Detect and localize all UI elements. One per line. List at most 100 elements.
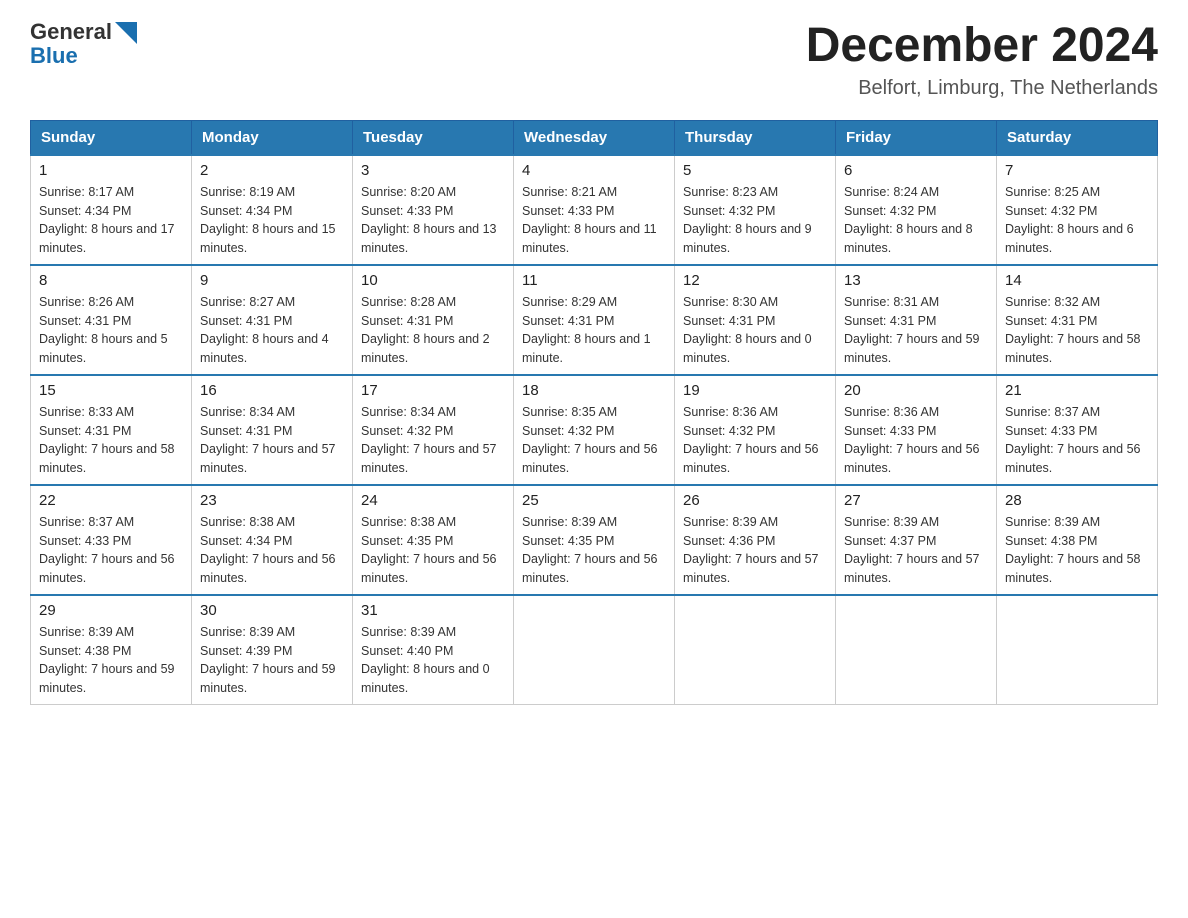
calendar-cell: 29Sunrise: 8:39 AMSunset: 4:38 PMDayligh… [31, 595, 192, 705]
day-info: Sunrise: 8:36 AMSunset: 4:32 PMDaylight:… [683, 403, 827, 478]
day-info: Sunrise: 8:36 AMSunset: 4:33 PMDaylight:… [844, 403, 988, 478]
day-number: 17 [361, 382, 505, 399]
day-number: 11 [522, 272, 666, 289]
calendar-cell: 6 Sunrise: 8:24 AMSunset: 4:32 PMDaylight… [836, 155, 997, 265]
day-number: 3 [361, 162, 505, 179]
calendar-cell: 9 Sunrise: 8:27 AMSunset: 4:31 PMDaylight… [192, 265, 353, 375]
day-info: Sunrise: 8:35 AMSunset: 4:32 PMDaylight:… [522, 403, 666, 478]
day-number: 8 [39, 272, 183, 289]
calendar-cell: 25 Sunrise: 8:39 AMSunset: 4:35 PMDayligh… [514, 485, 675, 595]
calendar-cell: 14 Sunrise: 8:32 AMSunset: 4:31 PMDayligh… [997, 265, 1158, 375]
page-header: General Blue December 2024 Belfort, Limb… [30, 20, 1158, 100]
calendar-cell: 2 Sunrise: 8:19 AMSunset: 4:34 PMDaylight… [192, 155, 353, 265]
day-info: Sunrise: 8:32 AMSunset: 4:31 PMDaylight:… [1005, 293, 1149, 368]
day-info: Sunrise: 8:39 AMSunset: 4:39 PMDaylight:… [200, 623, 344, 698]
header-thursday: Thursday [675, 120, 836, 155]
calendar-cell: 11 Sunrise: 8:29 AMSunset: 4:31 PMDayligh… [514, 265, 675, 375]
calendar-cell: 22Sunrise: 8:37 AMSunset: 4:33 PMDayligh… [31, 485, 192, 595]
day-info: Sunrise: 8:23 AMSunset: 4:32 PMDaylight:… [683, 183, 827, 258]
day-number: 26 [683, 492, 827, 509]
calendar-location: Belfort, Limburg, The Netherlands [806, 77, 1158, 100]
calendar-cell: 5 Sunrise: 8:23 AMSunset: 4:32 PMDaylight… [675, 155, 836, 265]
calendar-cell: 31Sunrise: 8:39 AMSunset: 4:40 PMDayligh… [353, 595, 514, 705]
calendar-cell: 30Sunrise: 8:39 AMSunset: 4:39 PMDayligh… [192, 595, 353, 705]
calendar-cell [514, 595, 675, 705]
day-number: 5 [683, 162, 827, 179]
calendar-title-area: December 2024 Belfort, Limburg, The Neth… [806, 20, 1158, 100]
calendar-header-row: SundayMondayTuesdayWednesdayThursdayFrid… [31, 120, 1158, 155]
day-info: Sunrise: 8:30 AMSunset: 4:31 PMDaylight:… [683, 293, 827, 368]
day-number: 15 [39, 382, 183, 399]
day-number: 29 [39, 602, 183, 619]
header-tuesday: Tuesday [353, 120, 514, 155]
header-monday: Monday [192, 120, 353, 155]
calendar-cell: 7Sunrise: 8:25 AMSunset: 4:32 PMDaylight… [997, 155, 1158, 265]
calendar-cell: 20 Sunrise: 8:36 AMSunset: 4:33 PMDayligh… [836, 375, 997, 485]
calendar-cell: 16Sunrise: 8:34 AMSunset: 4:31 PMDayligh… [192, 375, 353, 485]
calendar-cell: 27Sunrise: 8:39 AMSunset: 4:37 PMDayligh… [836, 485, 997, 595]
calendar-cell [836, 595, 997, 705]
day-number: 20 [844, 382, 988, 399]
logo-text-general: General [30, 20, 137, 44]
day-info: Sunrise: 8:38 AMSunset: 4:34 PMDaylight:… [200, 513, 344, 588]
calendar-cell: 10 Sunrise: 8:28 AMSunset: 4:31 PMDayligh… [353, 265, 514, 375]
calendar-cell: 23 Sunrise: 8:38 AMSunset: 4:34 PMDayligh… [192, 485, 353, 595]
day-number: 2 [200, 162, 344, 179]
day-info: Sunrise: 8:34 AMSunset: 4:32 PMDaylight:… [361, 403, 505, 478]
day-number: 4 [522, 162, 666, 179]
day-info: Sunrise: 8:29 AMSunset: 4:31 PMDaylight:… [522, 293, 666, 368]
header-wednesday: Wednesday [514, 120, 675, 155]
day-number: 24 [361, 492, 505, 509]
calendar-week-row: 8Sunrise: 8:26 AMSunset: 4:31 PMDaylight… [31, 265, 1158, 375]
day-number: 25 [522, 492, 666, 509]
day-info: Sunrise: 8:21 AMSunset: 4:33 PMDaylight:… [522, 183, 666, 258]
day-info: Sunrise: 8:31 AMSunset: 4:31 PMDaylight:… [844, 293, 988, 368]
calendar-cell: 28 Sunrise: 8:39 AMSunset: 4:38 PMDayligh… [997, 485, 1158, 595]
calendar-cell: 17 Sunrise: 8:34 AMSunset: 4:32 PMDayligh… [353, 375, 514, 485]
day-number: 1 [39, 162, 183, 179]
calendar-cell: 12Sunrise: 8:30 AMSunset: 4:31 PMDayligh… [675, 265, 836, 375]
day-number: 6 [844, 162, 988, 179]
calendar-cell: 19 Sunrise: 8:36 AMSunset: 4:32 PMDayligh… [675, 375, 836, 485]
calendar-month-year: December 2024 [806, 20, 1158, 73]
day-number: 16 [200, 382, 344, 399]
day-info: Sunrise: 8:17 AMSunset: 4:34 PMDaylight:… [39, 183, 183, 258]
day-info: Sunrise: 8:33 AMSunset: 4:31 PMDaylight:… [39, 403, 183, 478]
calendar-cell [675, 595, 836, 705]
day-number: 9 [200, 272, 344, 289]
logo-text-blue: Blue [30, 44, 137, 68]
day-info: Sunrise: 8:37 AMSunset: 4:33 PMDaylight:… [1005, 403, 1149, 478]
day-number: 18 [522, 382, 666, 399]
day-info: Sunrise: 8:27 AMSunset: 4:31 PMDaylight:… [200, 293, 344, 368]
calendar-week-row: 1 Sunrise: 8:17 AMSunset: 4:34 PMDaylight… [31, 155, 1158, 265]
calendar-cell: 4 Sunrise: 8:21 AMSunset: 4:33 PMDaylight… [514, 155, 675, 265]
day-number: 28 [1005, 492, 1149, 509]
day-number: 7 [1005, 162, 1149, 179]
logo: General Blue [30, 20, 137, 68]
day-info: Sunrise: 8:20 AMSunset: 4:33 PMDaylight:… [361, 183, 505, 258]
day-info: Sunrise: 8:38 AMSunset: 4:35 PMDaylight:… [361, 513, 505, 588]
header-sunday: Sunday [31, 120, 192, 155]
day-number: 14 [1005, 272, 1149, 289]
day-number: 19 [683, 382, 827, 399]
day-info: Sunrise: 8:24 AMSunset: 4:32 PMDaylight:… [844, 183, 988, 258]
day-number: 27 [844, 492, 988, 509]
day-number: 23 [200, 492, 344, 509]
day-info: Sunrise: 8:39 AMSunset: 4:35 PMDaylight:… [522, 513, 666, 588]
calendar-cell [997, 595, 1158, 705]
calendar-cell: 1 Sunrise: 8:17 AMSunset: 4:34 PMDaylight… [31, 155, 192, 265]
day-info: Sunrise: 8:28 AMSunset: 4:31 PMDaylight:… [361, 293, 505, 368]
day-info: Sunrise: 8:39 AMSunset: 4:38 PMDaylight:… [1005, 513, 1149, 588]
calendar-week-row: 29Sunrise: 8:39 AMSunset: 4:38 PMDayligh… [31, 595, 1158, 705]
calendar-cell: 15 Sunrise: 8:33 AMSunset: 4:31 PMDayligh… [31, 375, 192, 485]
day-number: 10 [361, 272, 505, 289]
calendar-cell: 18 Sunrise: 8:35 AMSunset: 4:32 PMDayligh… [514, 375, 675, 485]
header-friday: Friday [836, 120, 997, 155]
calendar-cell: 8Sunrise: 8:26 AMSunset: 4:31 PMDaylight… [31, 265, 192, 375]
day-info: Sunrise: 8:37 AMSunset: 4:33 PMDaylight:… [39, 513, 183, 588]
calendar-cell: 3 Sunrise: 8:20 AMSunset: 4:33 PMDaylight… [353, 155, 514, 265]
day-info: Sunrise: 8:19 AMSunset: 4:34 PMDaylight:… [200, 183, 344, 258]
calendar-cell: 26Sunrise: 8:39 AMSunset: 4:36 PMDayligh… [675, 485, 836, 595]
day-number: 13 [844, 272, 988, 289]
calendar-cell: 21Sunrise: 8:37 AMSunset: 4:33 PMDayligh… [997, 375, 1158, 485]
